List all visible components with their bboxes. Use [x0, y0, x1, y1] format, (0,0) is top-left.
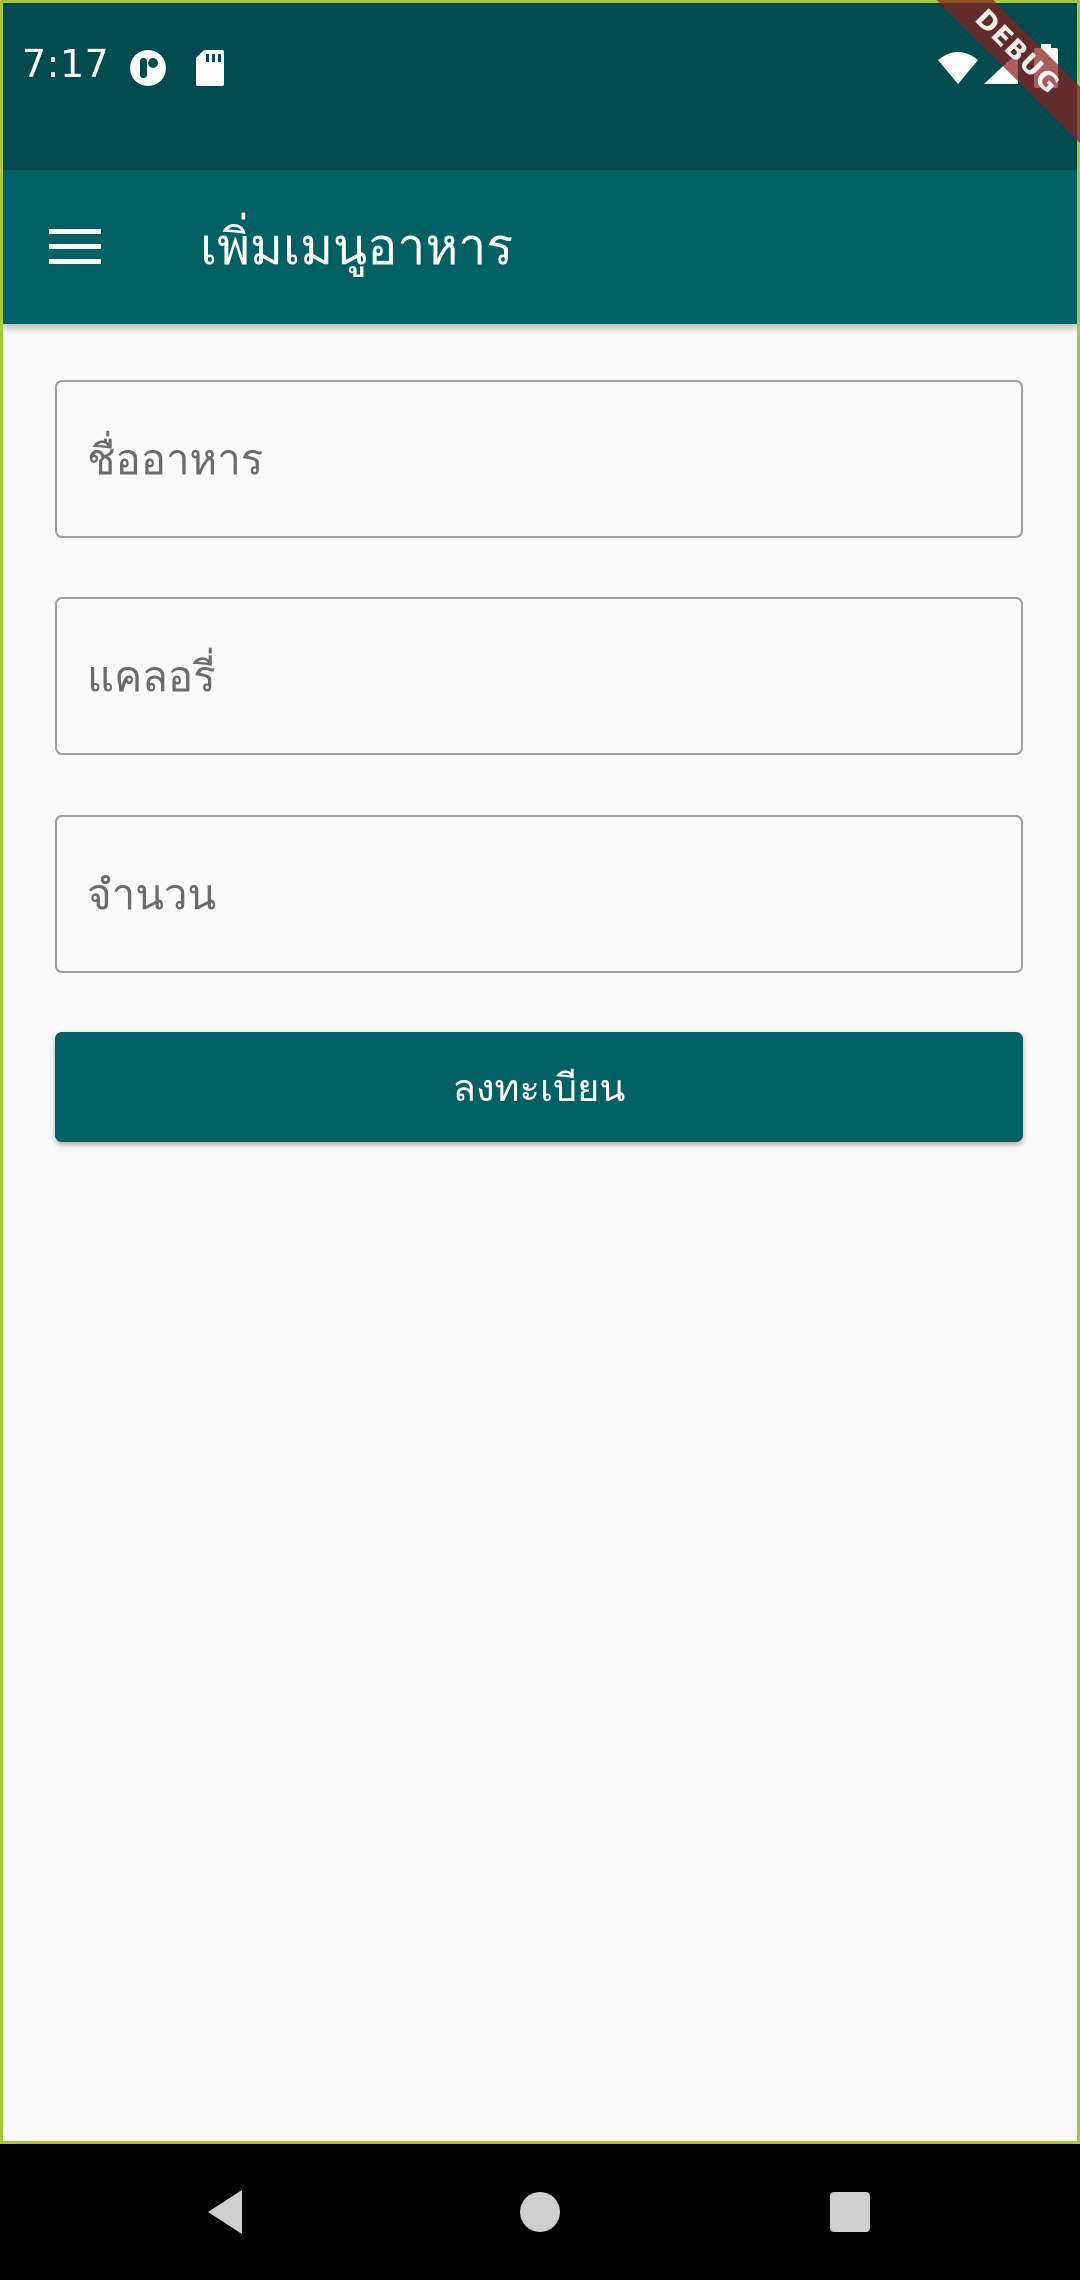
food-name-field: [55, 380, 1023, 538]
back-button[interactable]: [186, 2172, 266, 2252]
menu-icon: [49, 229, 101, 264]
navigation-bar: [0, 2144, 1080, 2280]
menu-button[interactable]: [30, 202, 120, 292]
home-button[interactable]: [500, 2172, 580, 2252]
add-menu-form: ลงทะเบียน: [0, 324, 1080, 2144]
notification-app-icon: [130, 50, 166, 86]
battery-icon: [1034, 44, 1058, 88]
quantity-input[interactable]: [57, 817, 1021, 971]
register-button[interactable]: ลงทะเบียน: [55, 1032, 1023, 1142]
page-title: เพิ่มเมนูอาหาร: [200, 218, 514, 276]
wifi-icon: [938, 52, 978, 84]
food-name-input[interactable]: [57, 382, 1021, 536]
app-bar: เพิ่มเมนูอาหาร: [0, 170, 1080, 324]
sd-card-icon: [196, 50, 224, 86]
signal-icon: [984, 52, 1018, 84]
recents-button[interactable]: [810, 2172, 890, 2252]
calories-input[interactable]: [57, 599, 1021, 753]
calories-field: [55, 597, 1023, 755]
recents-icon: [830, 2192, 870, 2232]
screen: 7:17 DEBUG เพิ่มเมนูอาหาร ชื่ออาหาร แคลอ…: [0, 0, 1080, 2280]
home-icon: [520, 2192, 560, 2232]
status-bar: 7:17: [0, 0, 1080, 170]
back-icon: [208, 2190, 242, 2234]
status-time: 7:17: [22, 42, 110, 86]
quantity-field: [55, 815, 1023, 973]
